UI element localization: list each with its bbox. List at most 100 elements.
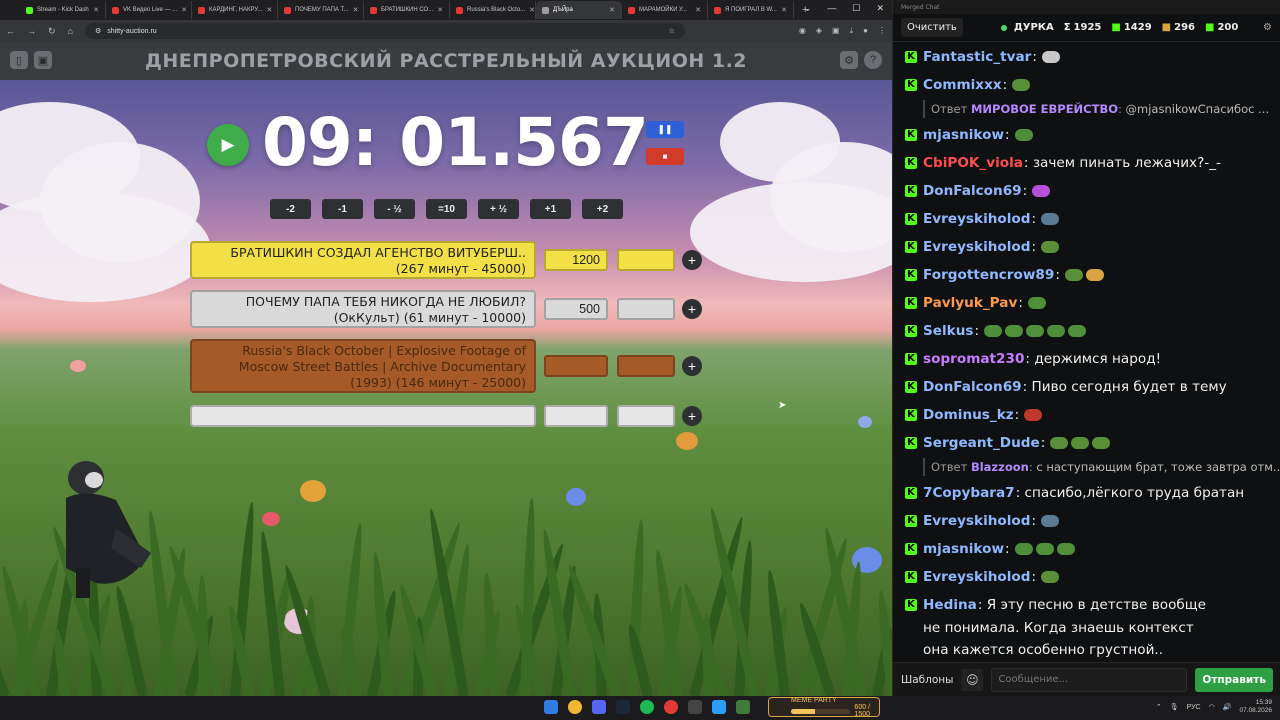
browser-tab[interactable]: ПОЧЕМУ ПАПА Т... ✕ — [278, 1, 364, 19]
time-step-button[interactable]: - ½ — [374, 199, 415, 219]
tab-close-icon[interactable]: ✕ — [93, 6, 99, 14]
chat-username[interactable]: mjasnikow — [923, 124, 1004, 147]
browser-tab[interactable]: Stream - Kick Dash ✕ — [20, 1, 106, 19]
time-step-button[interactable]: -1 — [322, 199, 363, 219]
address-bar[interactable]: ⚙ shitty-auction.ru ☆ — [84, 23, 685, 39]
chat-username[interactable]: Dominus_kz — [923, 404, 1014, 427]
lot-add-amount-field[interactable] — [617, 298, 675, 320]
menu-icon[interactable]: ⋮ — [878, 26, 886, 36]
chat-username[interactable]: Pavlyuk_Pav — [923, 292, 1017, 315]
forward-icon[interactable]: → — [27, 26, 36, 36]
browser-tab[interactable]: КАРДИНГ, НАКРУ... ✕ — [192, 1, 278, 19]
wifi-icon[interactable]: ◠ — [1209, 703, 1215, 711]
lot-amount-field[interactable]: 1200 — [544, 249, 608, 271]
telegram-icon[interactable] — [712, 700, 726, 714]
help-icon[interactable]: ? — [864, 51, 882, 69]
chat-username[interactable]: DonFalcon69 — [923, 379, 1022, 395]
emoji-picker-icon[interactable]: ☺ — [961, 668, 984, 691]
chat-message-input[interactable] — [991, 667, 1188, 692]
tab-search-icon[interactable]: ⌄ — [804, 3, 812, 14]
chat-username[interactable]: mjasnikow — [923, 538, 1004, 561]
chat-username[interactable]: Forgottencrow89 — [923, 264, 1054, 287]
lot-name-field[interactable]: ПОЧЕМУ ПАПА ТЕБЯ НИКОГДА НЕ ЛЮБИЛ? (ОкКу… — [190, 290, 536, 328]
reload-icon[interactable]: ↻ — [48, 26, 56, 37]
browser-tab[interactable]: ДЪЙра ✕ — [536, 1, 622, 19]
steam-icon[interactable] — [616, 700, 630, 714]
time-step-button[interactable]: -2 — [270, 199, 311, 219]
pause-button[interactable]: ❚❚ — [646, 121, 684, 138]
lot-amount-field[interactable] — [544, 355, 608, 377]
tab-close-icon[interactable]: ✕ — [781, 6, 787, 14]
obs-icon[interactable] — [688, 700, 702, 714]
extension-icon[interactable]: ▣ — [832, 26, 840, 36]
stop-button[interactable]: ■ — [646, 148, 684, 165]
browser-tab[interactable]: МАРАМОЙКИ У... ✕ — [622, 1, 708, 19]
discord-icon[interactable] — [592, 700, 606, 714]
lot-amount-field[interactable]: 500 — [544, 298, 608, 320]
time-step-button[interactable]: + ½ — [478, 199, 519, 219]
tab-close-icon[interactable]: ✕ — [353, 6, 359, 14]
time-step-button[interactable]: =10 — [426, 199, 467, 219]
minimize-button[interactable]: — — [827, 3, 836, 14]
chat-settings-gear-icon[interactable]: ⚙ — [1263, 22, 1272, 33]
chat-username[interactable]: Evreyskiholod — [923, 236, 1030, 259]
tab-close-icon[interactable]: ✕ — [437, 6, 443, 14]
clear-chat-button[interactable]: Очистить — [901, 18, 963, 37]
settings-gear-icon[interactable]: ⚙ — [840, 51, 858, 69]
close-window-button[interactable]: ✕ — [876, 3, 884, 14]
chat-username[interactable]: Hedina — [923, 597, 977, 613]
microphone-icon[interactable]: 🎙 — [1170, 703, 1179, 711]
chat-username[interactable]: 7Copybara7 — [923, 485, 1015, 501]
time-step-button[interactable]: +2 — [582, 199, 623, 219]
extension-icon[interactable]: ◈ — [816, 26, 822, 36]
chrome-icon[interactable] — [568, 700, 582, 714]
back-icon[interactable]: ← — [6, 26, 15, 36]
save-icon[interactable]: ▣ — [34, 51, 52, 69]
lot-name-field[interactable] — [190, 405, 536, 427]
app-icon[interactable] — [664, 700, 678, 714]
language-indicator[interactable]: РУС — [1187, 704, 1201, 711]
tab-close-icon[interactable]: ✕ — [695, 6, 701, 14]
lot-name-field[interactable]: Russia's Black October | Explosive Foota… — [190, 339, 536, 393]
bookmark-star-icon[interactable]: ☆ — [669, 27, 675, 35]
system-clock[interactable]: 15:39 07.08.2026 — [1239, 699, 1272, 715]
lot-add-button[interactable]: + — [682, 299, 702, 319]
lot-add-button[interactable]: + — [682, 406, 702, 426]
chat-username[interactable]: Fantastic_tvar — [923, 46, 1031, 69]
reply-reference[interactable]: Ответ Blazzoon: с наступающим брат, тоже… — [923, 458, 1280, 476]
lot-name-field[interactable]: БРАТИШКИН СОЗДАЛ АГЕНСТВО ВИТУБЕРШ.. (26… — [190, 241, 536, 279]
browser-tab[interactable]: Russia's Black Octo... ✕ — [450, 1, 536, 19]
play-button[interactable]: ▶ — [207, 124, 249, 166]
browser-tab[interactable]: VK Видео Live — ... ✕ — [106, 1, 192, 19]
tray-chevron-icon[interactable]: ⌃ — [1156, 703, 1162, 711]
browser-tab[interactable]: БРАТИШКИН СО... ✕ — [364, 1, 450, 19]
volume-icon[interactable]: 🔊 — [1223, 703, 1232, 711]
time-step-button[interactable]: +1 — [530, 199, 571, 219]
chat-username[interactable]: Evreyskiholod — [923, 208, 1030, 231]
chat-username[interactable]: DonFalcon69 — [923, 180, 1022, 203]
app-icon[interactable] — [736, 700, 750, 714]
chat-username[interactable]: sopromat230 — [923, 351, 1024, 367]
home-icon[interactable]: ⌂ — [68, 26, 73, 36]
lot-amount-field[interactable] — [544, 405, 608, 427]
chat-username[interactable]: Evreyskiholod — [923, 510, 1030, 533]
lot-add-amount-field[interactable] — [617, 355, 675, 377]
site-info-icon[interactable]: ⚙ — [95, 27, 101, 35]
lot-add-button[interactable]: + — [682, 250, 702, 270]
lot-add-amount-field[interactable] — [617, 249, 675, 271]
sidebar-toggle-button[interactable]: ▯ — [10, 51, 28, 69]
chat-username[interactable]: Evreyskiholod — [923, 566, 1030, 589]
tab-close-icon[interactable]: ✕ — [529, 6, 535, 14]
templates-button[interactable]: Шаблоны — [901, 674, 953, 686]
chat-username[interactable]: Sergeant_Dude — [923, 432, 1040, 455]
chat-username[interactable]: CbiPOK_viola — [923, 155, 1023, 171]
reply-reference[interactable]: Ответ МИРОВОЕ ЕВРЕЙСТВО: @mjasnikowСпаси… — [923, 100, 1280, 118]
windows-start-icon[interactable] — [544, 700, 558, 714]
browser-tab[interactable]: Я ПОИГРАЛ В W... ✕ — [708, 1, 794, 19]
maximize-button[interactable]: ☐ — [852, 3, 860, 14]
tab-close-icon[interactable]: ✕ — [609, 6, 615, 14]
lot-add-amount-field[interactable] — [617, 405, 675, 427]
chat-username[interactable]: Commixxx — [923, 74, 1002, 97]
send-button[interactable]: Отправить — [1195, 667, 1273, 692]
extension-icon[interactable]: ◉ — [799, 26, 806, 36]
